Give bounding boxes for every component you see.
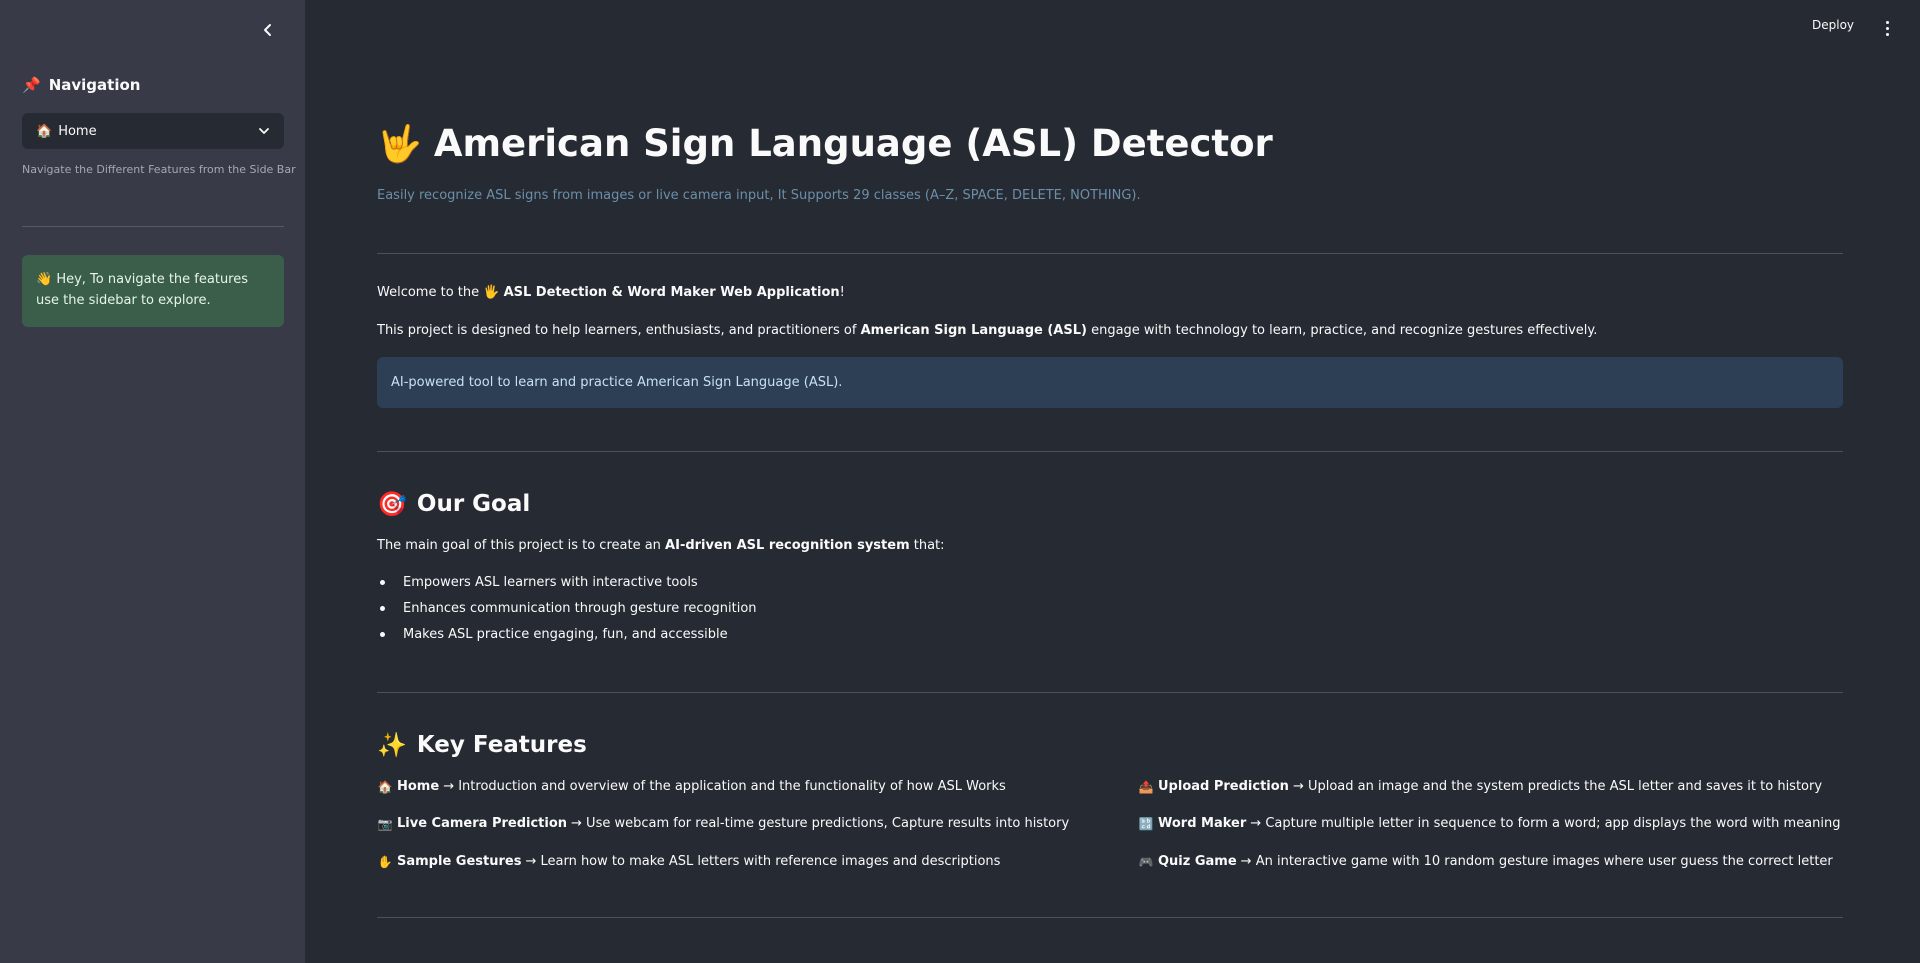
bullet-icon — [380, 580, 385, 585]
feature-item-live-camera: 📷 Live Camera Prediction → Use webcam fo… — [377, 816, 1070, 831]
features-heading: ✨ Key Features — [377, 731, 587, 759]
list-item: Makes ASL practice engaging, fun, and ac… — [377, 627, 728, 642]
sidebar: 📌 Navigation 🏠 Home Navigate the Differe… — [0, 0, 305, 963]
bullet-icon — [380, 632, 385, 637]
collapse-sidebar-button[interactable] — [258, 20, 278, 40]
goal-intro: The main goal of this project is to crea… — [377, 538, 945, 553]
sidebar-heading-label: Navigation — [48, 76, 141, 94]
raised-hand-icon: 🖐 — [483, 285, 500, 300]
list-item: Enhances communication through gesture r… — [377, 601, 757, 616]
target-icon: 🎯 — [377, 490, 407, 518]
page-select-value: 🏠 Home — [36, 124, 258, 139]
features-heading-text: Key Features — [416, 732, 587, 758]
feature-item-sample-gestures: ✋ Sample Gestures → Learn how to make AS… — [377, 854, 1001, 869]
pushpin-icon: 📌 — [22, 76, 41, 94]
page-select[interactable]: 🏠 Home — [22, 113, 284, 149]
feature-item-home: 🏠 Home → Introduction and overview of th… — [377, 779, 1006, 794]
welcome-text: Welcome to the 🖐 ASL Detection & Word Ma… — [377, 285, 845, 300]
home-icon: 🏠 — [377, 779, 393, 794]
bullet-icon — [380, 606, 385, 611]
camera-icon: 📷 — [377, 816, 393, 831]
info-alert: AI-powered tool to learn and practice Am… — [377, 357, 1843, 408]
sparkles-icon: ✨ — [377, 731, 407, 759]
sidebar-divider — [22, 226, 284, 227]
page-title: 🤟 American Sign Language (ASL) Detector — [377, 122, 1273, 165]
chevron-down-icon — [259, 128, 269, 134]
deploy-button[interactable]: Deploy — [1812, 18, 1854, 32]
app-root: 📌 Navigation 🏠 Home Navigate the Differe… — [0, 0, 1920, 963]
kebab-menu-icon — [1885, 20, 1889, 36]
chevron-left-icon — [264, 24, 271, 36]
main-menu-button[interactable] — [1880, 18, 1894, 38]
sidebar-hint: Navigate the Different Features from the… — [22, 163, 296, 176]
goal-heading: 🎯 Our Goal — [377, 490, 530, 518]
upload-tray-icon: 📤 — [1138, 779, 1154, 794]
page-title-text: American Sign Language (ASL) Detector — [433, 122, 1273, 165]
feature-item-upload-prediction: 📤 Upload Prediction → Upload an image an… — [1138, 779, 1823, 794]
hand-icon: ✋ — [377, 854, 393, 869]
divider — [377, 692, 1843, 693]
project-description: This project is designed to help learner… — [377, 323, 1598, 338]
page-select-label: Home — [58, 123, 97, 139]
list-item: Empowers ASL learners with interactive t… — [377, 575, 698, 590]
goal-heading-text: Our Goal — [416, 491, 531, 517]
divider — [377, 253, 1843, 254]
divider — [377, 917, 1843, 918]
info-alert-text: AI-powered tool to learn and practice Am… — [391, 375, 843, 390]
divider — [377, 451, 1843, 452]
sidebar-success-alert: 👋 Hey, To navigate the features use the … — [22, 255, 284, 327]
feature-item-quiz-game: 🎮 Quiz Game → An interactive game with 1… — [1138, 854, 1833, 869]
page-subtitle: Easily recognize ASL signs from images o… — [377, 188, 1141, 203]
home-icon: 🏠 — [36, 123, 53, 139]
game-controller-icon: 🎮 — [1138, 854, 1154, 869]
sidebar-heading: 📌 Navigation — [22, 76, 140, 94]
love-you-gesture-icon: 🤟 — [377, 123, 422, 165]
sidebar-success-text: Hey, To navigate the features use the si… — [36, 272, 249, 308]
letters-icon: 🔡 — [1138, 816, 1154, 831]
feature-item-word-maker: 🔡 Word Maker → Capture multiple letter i… — [1138, 816, 1841, 831]
waving-hand-icon: 👋 — [36, 272, 53, 287]
